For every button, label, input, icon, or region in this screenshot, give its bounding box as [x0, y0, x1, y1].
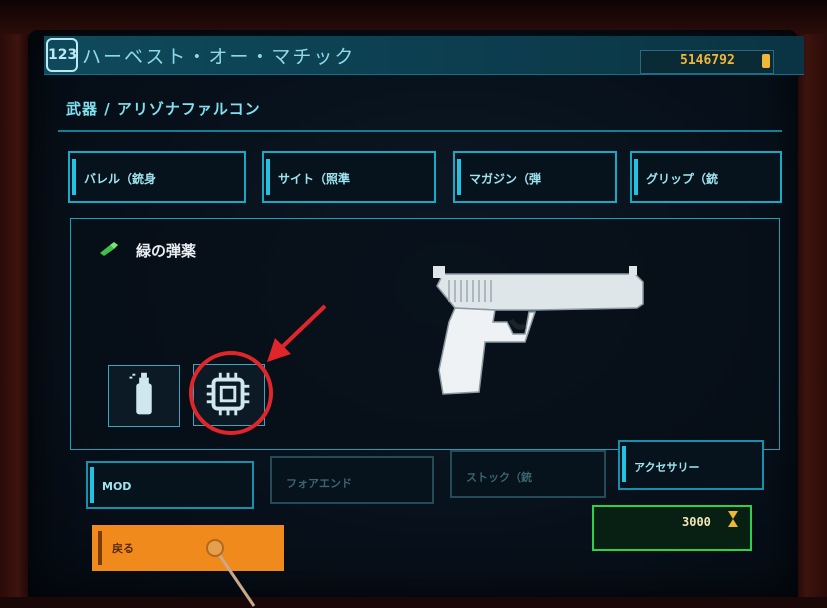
tab-accessory[interactable]: アクセサリー [618, 440, 764, 490]
breadcrumb: 武器 / アリゾナファルコン [66, 100, 261, 118]
tab-label: フォアエンド [286, 477, 352, 490]
cost-value: 3000 [682, 515, 711, 529]
tab-label: サイト（照準 [278, 172, 351, 186]
tab-stock[interactable]: ストック（銃 [450, 450, 606, 498]
hourglass-icon [728, 511, 738, 527]
frame-left [0, 0, 30, 597]
back-label: 戻る [112, 542, 134, 555]
spray-can-icon [129, 372, 152, 415]
tab-label: アクセサリー [634, 461, 700, 474]
tab-barrel[interactable]: バレル（銃身 [68, 151, 246, 203]
vr-pointer-beam [214, 549, 256, 607]
vr-pointer-cursor [206, 539, 224, 557]
tab-sight[interactable]: サイト（照準 [262, 151, 436, 203]
red-arrow-annotation [267, 304, 327, 362]
pistol-illustration [433, 266, 644, 395]
app-logo: 123 [46, 38, 78, 72]
tab-mod[interactable]: MOD [86, 461, 254, 509]
app-title: ハーベスト・オー・マチック [82, 46, 356, 68]
slot-spray-can[interactable] [108, 365, 180, 427]
tab-indicator [622, 446, 626, 482]
tab-label: バレル（銃身 [84, 172, 157, 186]
tab-label: MOD [102, 480, 132, 493]
tab-indicator [90, 467, 94, 503]
coin-icon [762, 54, 770, 68]
tab-label: ストック（銃 [466, 471, 532, 484]
tab-label: マガジン（弾 [469, 172, 542, 186]
frame-right [793, 0, 827, 597]
tab-magazine[interactable]: マガジン（弾 [453, 151, 617, 203]
ammo-icon [100, 242, 118, 256]
item-name: 緑の弾薬 [136, 242, 197, 260]
highlight-circle [189, 351, 273, 435]
frame-top [0, 0, 827, 34]
button-indicator [98, 531, 102, 565]
divider [58, 130, 782, 132]
money-value: 5146792 [680, 53, 735, 68]
tab-foreend[interactable]: フォアエンド [270, 456, 434, 504]
tab-grip[interactable]: グリップ（銃 [630, 151, 782, 203]
tab-label: グリップ（銃 [646, 172, 719, 186]
